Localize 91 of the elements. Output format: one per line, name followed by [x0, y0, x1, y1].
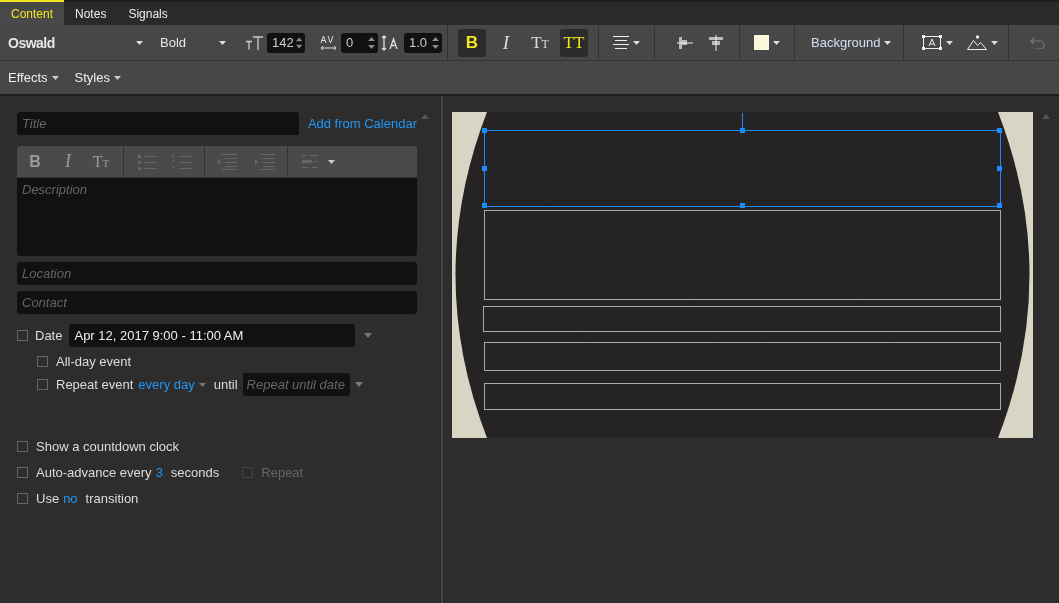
- line-style-icon: [302, 155, 318, 168]
- title-field[interactable]: Title: [17, 112, 299, 135]
- caret-icon: [219, 40, 226, 45]
- align-dropdown[interactable]: [613, 36, 640, 49]
- description-field[interactable]: Description: [17, 178, 417, 256]
- location-field[interactable]: Location: [17, 262, 417, 285]
- text-box-frame[interactable]: [484, 210, 1001, 300]
- caret-icon: [364, 333, 373, 338]
- caret-icon: [328, 159, 335, 164]
- add-from-calendar-link[interactable]: Add from Calendar: [307, 116, 417, 131]
- resize-handle[interactable]: [739, 203, 745, 208]
- tab[interactable]: Notes: [64, 0, 118, 25]
- weight-dropdown[interactable]: Bold: [160, 35, 226, 50]
- caret-icon: [354, 382, 363, 387]
- transition-value[interactable]: no: [63, 490, 78, 506]
- tracking-icon: [320, 34, 338, 51]
- color-dropdown[interactable]: [754, 35, 780, 50]
- text-style-button[interactable]: TT: [560, 28, 588, 57]
- bullet-list-icon: [137, 153, 157, 170]
- repeat-label: Repeat: [261, 464, 304, 480]
- align-center-icon: [613, 36, 629, 49]
- text-box-frame[interactable]: [484, 342, 1001, 371]
- text-frame-icon: [922, 35, 943, 50]
- spinner-icon: [432, 36, 439, 49]
- resize-handle[interactable]: [482, 165, 487, 171]
- scroll-up-icon: [1042, 114, 1050, 119]
- tracking-field[interactable]: 0: [341, 32, 378, 53]
- checkbox[interactable]: [37, 355, 48, 367]
- indent-icon: [255, 153, 275, 170]
- font-dropdown[interactable]: Oswald: [8, 34, 150, 51]
- align-vertical-icon: [677, 36, 693, 49]
- checkbox[interactable]: [17, 492, 28, 504]
- checkbox-label: All-day event: [56, 353, 132, 369]
- checkbox[interactable]: [17, 440, 28, 452]
- caret-icon: [113, 75, 121, 80]
- text-style-button[interactable]: Tt: [526, 28, 554, 57]
- tab[interactable]: Signals: [117, 0, 179, 25]
- menu-button[interactable]: Styles: [74, 70, 121, 85]
- seconds-label: seconds: [170, 464, 220, 480]
- resize-handle[interactable]: [482, 128, 487, 133]
- rotate-handle[interactable]: [741, 113, 743, 129]
- contact-field[interactable]: Contact: [17, 291, 417, 314]
- color-swatch: [754, 35, 769, 50]
- date-field[interactable]: Apr 12, 2017 9:00 - 11:00 AM: [69, 324, 356, 347]
- scroll-up-icon: [421, 114, 429, 119]
- resize-handle[interactable]: [997, 128, 1002, 133]
- outdent-icon: [217, 153, 237, 170]
- line-height-icon: [381, 34, 401, 51]
- text-box-frame[interactable]: [484, 383, 1001, 410]
- text-box-frame[interactable]: [483, 306, 1001, 332]
- tab[interactable]: Content: [0, 0, 65, 25]
- image-dropdown[interactable]: [967, 35, 999, 50]
- interval-value[interactable]: 3: [155, 464, 163, 480]
- text-style-button[interactable]: B: [458, 28, 486, 57]
- undo-icon: [1028, 36, 1046, 49]
- text-frame-dropdown[interactable]: [922, 35, 954, 50]
- caret-icon: [773, 40, 780, 45]
- spinner-icon: [295, 36, 302, 49]
- text-style-button[interactable]: I: [492, 28, 520, 57]
- repeat-until-field[interactable]: Repeat until date: [242, 373, 350, 396]
- checkbox-label: Show a countdown clock: [36, 438, 180, 454]
- menu-button[interactable]: Effects: [8, 70, 59, 85]
- line-height-field[interactable]: 1.0: [404, 32, 442, 53]
- checkbox[interactable]: [17, 330, 28, 341]
- caret-icon: [136, 40, 143, 45]
- checkbox[interactable]: [17, 466, 28, 478]
- background-dropdown[interactable]: Background: [811, 35, 892, 50]
- numbered-list-icon: [171, 153, 191, 170]
- checkbox[interactable]: [37, 379, 48, 390]
- date-label: Date: [35, 328, 63, 343]
- font-size-icon: [246, 35, 264, 50]
- mountain-icon: [967, 35, 988, 50]
- transition-label: transition: [85, 490, 139, 506]
- checkbox-label: Repeat event: [56, 377, 134, 392]
- caret-icon: [946, 40, 954, 45]
- resize-handle[interactable]: [482, 203, 487, 208]
- checkbox-label: Auto-advance every: [36, 464, 152, 480]
- caret-icon: [198, 382, 206, 387]
- caret-icon: [633, 40, 640, 45]
- align-horizontal-icon: [709, 34, 723, 51]
- caret-icon: [991, 40, 999, 45]
- spinner-icon: [368, 36, 375, 49]
- font-size-field[interactable]: 142: [267, 32, 305, 53]
- resize-handle[interactable]: [997, 203, 1002, 208]
- checkbox-label: Use: [36, 490, 60, 506]
- until-label: until: [213, 377, 238, 392]
- caret-icon: [884, 40, 892, 45]
- resize-handle[interactable]: [997, 165, 1002, 171]
- frequency-dropdown[interactable]: every day: [138, 377, 206, 392]
- resize-handle[interactable]: [739, 128, 745, 133]
- caret-icon: [51, 75, 59, 80]
